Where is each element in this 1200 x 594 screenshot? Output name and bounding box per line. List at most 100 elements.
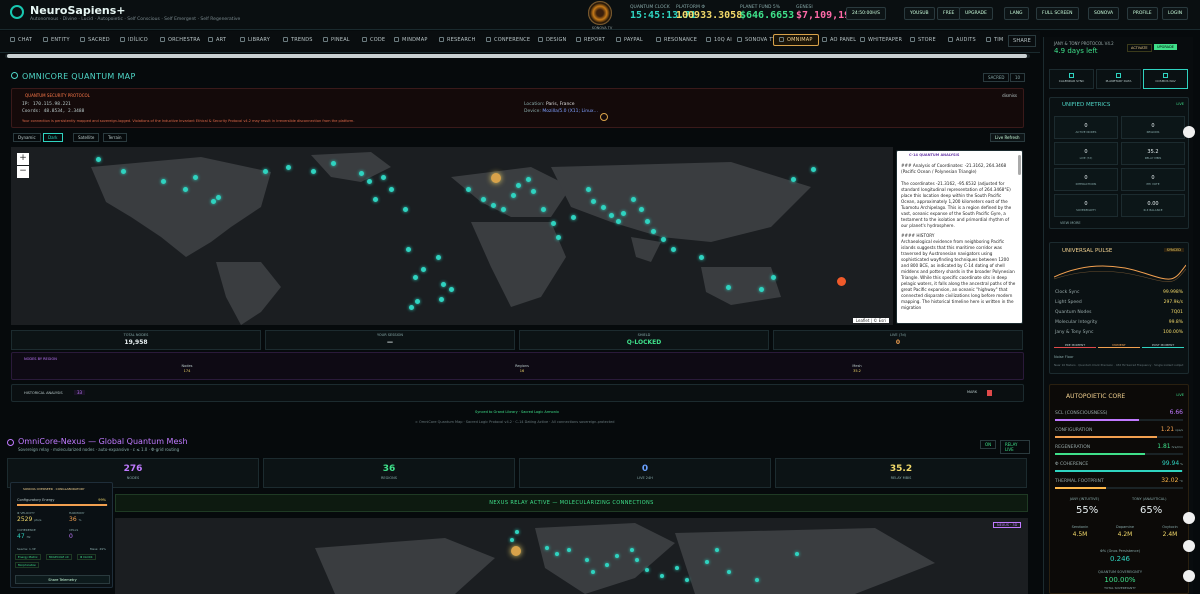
map-node[interactable] [161,179,166,184]
nav-item[interactable]: AO PANEL [822,37,856,43]
map-node[interactable] [586,187,591,192]
header-button[interactable]: PROFILE [1127,7,1158,20]
map-node[interactable] [616,219,621,224]
map-node[interactable] [791,177,796,182]
nav-item[interactable]: CODE [362,37,385,43]
activate-button[interactable]: ACTIVATE [1127,44,1152,52]
right-tab[interactable]: PLANETARY DATA [1096,69,1141,89]
map-mode-button[interactable]: Dynamic [13,133,41,142]
floating-action-icon-2[interactable] [1183,512,1195,524]
nav-item[interactable]: SACRED [80,37,110,43]
floating-action-icon-1[interactable] [1183,126,1195,138]
delete-icon[interactable] [987,390,992,396]
nexus-node[interactable] [605,563,609,567]
nexus-node[interactable] [615,554,619,558]
nav-item[interactable]: AUDITS [948,37,976,43]
map-node[interactable] [359,171,364,176]
overseer-tag[interactable]: Φ CLOCK [77,554,96,560]
nexus-node[interactable] [567,548,571,552]
floating-action-icon-4[interactable] [1183,570,1195,582]
map-node[interactable] [811,167,816,172]
nav-item[interactable]: CHAT [10,37,32,43]
overseer-tag[interactable]: Morphication [15,562,40,568]
live-refresh-button[interactable]: Live Refresh [990,133,1025,142]
nav-item[interactable]: 10Q AI [706,37,732,43]
upgrade-button[interactable]: UPGRADE [1154,44,1177,50]
nav-item[interactable]: REPORT [576,37,605,43]
nexus-node[interactable] [510,538,514,542]
nexus-node[interactable] [685,578,689,582]
nexus-node[interactable] [630,548,634,552]
map-node[interactable] [263,169,268,174]
map-node[interactable] [466,187,471,192]
map-node[interactable] [211,199,216,204]
map-node[interactable] [421,267,426,272]
map-node[interactable] [621,211,626,216]
share-telemetry-button[interactable]: Share Telemetry [15,575,110,584]
nexus-node[interactable] [515,530,519,534]
map-node[interactable] [511,193,516,198]
map-node[interactable] [331,161,336,166]
map-node[interactable] [441,282,446,287]
nexus-map[interactable]: NEXUS · 3D [115,518,1028,594]
nexus-node[interactable] [727,570,731,574]
map-node[interactable] [216,195,221,200]
map-node[interactable] [631,197,636,202]
omnimap-badge-count[interactable]: 10 [1010,73,1026,82]
header-button[interactable]: UPGRADE [959,7,993,20]
map-node[interactable] [651,229,656,234]
nav-item[interactable]: LIBRARY [240,37,270,43]
nexus-node[interactable] [585,558,589,562]
nav-item[interactable]: CONFERENCE [486,37,530,43]
nexus-node[interactable] [755,578,759,582]
map-node[interactable] [389,187,394,192]
scrollbar-thumb[interactable] [7,54,1027,58]
map-node[interactable] [591,199,596,204]
header-button[interactable]: FREE [937,7,961,20]
map-mode-button[interactable]: Dark [43,133,63,142]
map-node[interactable] [671,247,676,252]
zoom-out-button[interactable]: − [17,166,29,178]
nexus-node[interactable] [705,560,709,564]
map-node[interactable] [551,221,556,226]
map-node[interactable] [516,183,521,188]
pulse-mode-tab[interactable]: POST MOMENT [1142,343,1184,348]
map-node[interactable] [699,255,704,260]
nav-item[interactable]: RESONANCE [656,37,697,43]
map-node[interactable] [726,285,731,290]
nav-item[interactable]: IDÍLICO [120,37,148,43]
map-node[interactable] [409,305,414,310]
nexus-relay-badge[interactable]: RELAY LIVE [1000,440,1030,454]
map-mode-button[interactable]: Terrain [103,133,127,142]
nav-item[interactable]: PINEAL [323,37,350,43]
nav-item[interactable]: ENTITY [43,37,70,43]
map-node[interactable] [556,235,561,240]
pacific-marker[interactable] [837,277,846,286]
map-node[interactable] [645,219,650,224]
nav-item[interactable]: STORE [910,37,936,43]
map-node[interactable] [439,297,444,302]
nav-item[interactable]: TIM [986,37,1003,43]
map-node[interactable] [311,169,316,174]
map-node[interactable] [406,247,411,252]
header-button[interactable]: LANG [1004,7,1029,20]
map-node[interactable] [481,197,486,202]
map-node[interactable] [609,213,614,218]
map-node[interactable] [183,187,188,192]
header-button[interactable]: FULL SCREEN [1036,7,1079,20]
map-node[interactable] [571,215,576,220]
map-node[interactable] [601,205,606,210]
map-node[interactable] [541,207,546,212]
map-mode-button[interactable]: Satellite [73,133,100,142]
map-node[interactable] [639,207,644,212]
nexus-node[interactable] [795,552,799,556]
nexus-on-badge[interactable]: ON [980,440,997,449]
dismiss-button[interactable]: dismiss [1002,93,1017,98]
share-button[interactable]: SHARE [1008,35,1036,47]
nav-item[interactable]: RESEARCH [439,37,475,43]
nexus-hub-marker[interactable] [511,546,521,556]
right-tab[interactable]: COSMOS NAV [1143,69,1188,89]
nav-item[interactable]: PAYPAL [616,37,643,43]
overseer-tag[interactable]: MOLECULE x0 [46,554,72,560]
map-node[interactable] [531,189,536,194]
